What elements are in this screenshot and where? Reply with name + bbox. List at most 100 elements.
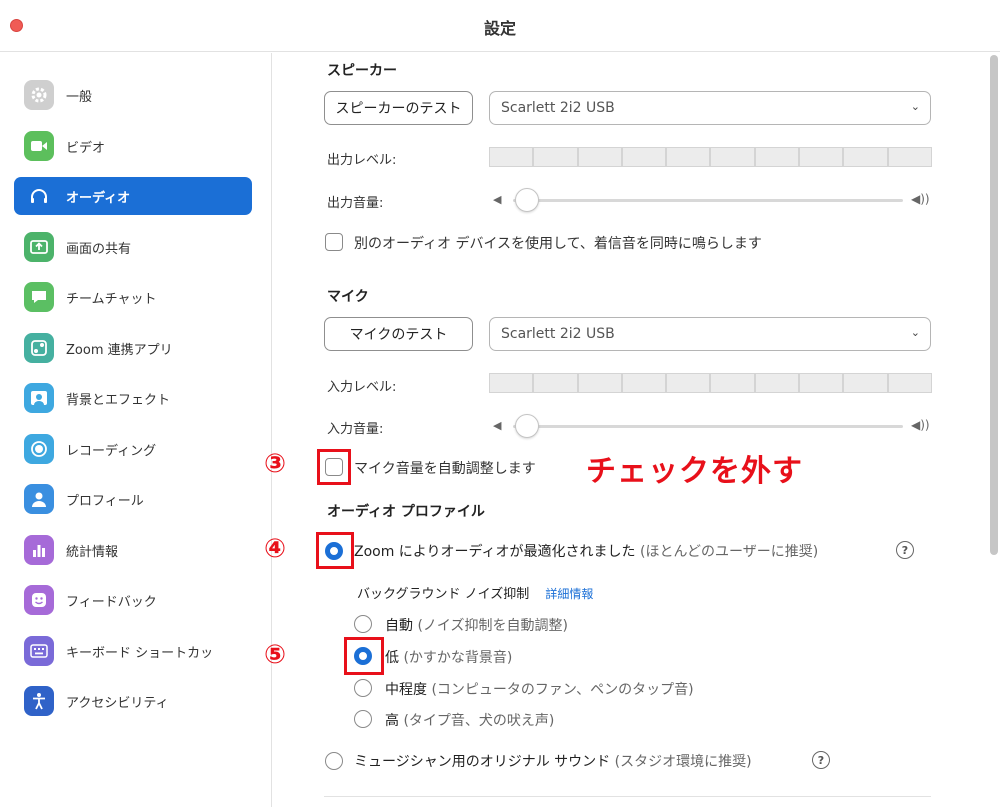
sidebar-item-label: フィードバック (66, 594, 157, 610)
apps-icon (24, 333, 54, 363)
noise-high-label: 高 (タイプ音、犬の吠え声) (385, 713, 555, 729)
sidebar-item-label: 統計情報 (66, 544, 119, 560)
original-sound-radio[interactable] (325, 752, 343, 770)
level-segment (710, 147, 755, 167)
chat-icon (24, 282, 54, 312)
scrollbar[interactable] (990, 55, 998, 555)
title-bar: 設定 (0, 0, 1000, 52)
slider-thumb[interactable] (515, 414, 539, 438)
level-segment (666, 373, 711, 393)
step-3-highlight (317, 449, 351, 485)
output-level-meter (489, 147, 932, 167)
level-segment (533, 147, 578, 167)
noise-high-radio[interactable] (354, 710, 372, 728)
sidebar-item-statistics[interactable]: 統計情報 (14, 531, 252, 569)
output-volume-slider[interactable] (513, 188, 903, 212)
chevron-down-icon: ⌄ (910, 326, 920, 339)
input-level-label: 入力レベル: (327, 380, 397, 395)
noise-suppression-label: バックグラウンド ノイズ抑制 詳細情報 (357, 587, 594, 602)
volume-high-icon: ◀)) (911, 418, 930, 432)
instruction-text: チェックを外す (586, 454, 803, 489)
sidebar-item-label: オーディオ (66, 190, 131, 206)
level-segment (799, 147, 844, 167)
level-segment (621, 373, 667, 393)
noise-auto-radio[interactable] (354, 615, 372, 633)
level-segment (843, 373, 888, 393)
input-level-meter (489, 373, 932, 393)
zoom-optimized-label: Zoom によりオーディオが最適化されました (ほとんどのユーザーに推奨) (354, 544, 819, 560)
sidebar-item-share-screen[interactable]: 画面の共有 (14, 228, 252, 266)
stats-icon (24, 535, 54, 565)
volume-low-icon: ◀ (493, 193, 502, 206)
level-segment (577, 373, 622, 393)
sidebar-item-label: 背景とエフェクト (66, 392, 171, 408)
gear-icon (24, 80, 54, 110)
profile-icon (24, 484, 54, 514)
sidebar-item-label: ビデオ (66, 140, 106, 156)
noise-auto-label: 自動 (ノイズ抑制を自動調整) (385, 618, 568, 634)
sidebar-item-audio[interactable]: オーディオ (14, 177, 252, 215)
sidebar-item-team-chat[interactable]: チームチャット (14, 278, 252, 316)
level-segment (887, 147, 932, 167)
sidebar-item-accessibility[interactable]: アクセシビリティ (14, 682, 252, 720)
output-level-label: 出力レベル: (327, 153, 397, 168)
volume-high-icon: ◀)) (911, 192, 930, 206)
noise-low-label: 低 (かすかな背景音) (385, 650, 513, 666)
help-icon[interactable]: ? (812, 751, 830, 769)
level-segment (666, 147, 711, 167)
level-segment (799, 373, 844, 393)
mic-section-title: マイク (327, 289, 369, 305)
noise-medium-label: 中程度 (コンピュータのファン、ペンのタップ音) (385, 682, 694, 698)
input-volume-slider[interactable] (513, 414, 903, 438)
slider-thumb[interactable] (515, 188, 539, 212)
separate-ringtone-checkbox[interactable] (325, 233, 343, 251)
level-segment (489, 147, 534, 167)
sidebar-item-label: プロフィール (66, 493, 144, 509)
speaker-device-value: Scarlett 2i2 USB (501, 100, 615, 116)
volume-low-icon: ◀ (493, 419, 502, 432)
sidebar-item-video[interactable]: ビデオ (14, 127, 252, 165)
level-segment (577, 147, 622, 167)
audio-settings-panel: スピーカー スピーカーのテスト Scarlett 2i2 USB ⌄ 出力レベル… (273, 53, 988, 807)
level-segment (621, 147, 667, 167)
section-divider (324, 796, 931, 797)
mic-device-select[interactable]: Scarlett 2i2 USB ⌄ (489, 317, 931, 351)
auto-adjust-mic-label: マイク音量を自動調整します (354, 461, 536, 477)
background-icon (24, 383, 54, 413)
sidebar-item-label: 画面の共有 (66, 241, 132, 257)
learn-more-link[interactable]: 詳細情報 (545, 587, 593, 601)
speaker-device-select[interactable]: Scarlett 2i2 USB ⌄ (489, 91, 931, 125)
video-camera-icon (24, 131, 54, 161)
level-segment (533, 373, 578, 393)
level-segment (754, 147, 800, 167)
original-sound-label: ミュージシャン用のオリジナル サウンド (スタジオ環境に推奨) (354, 754, 752, 770)
separate-ringtone-label: 別のオーディオ デバイスを使用して、着信音を同時に鳴らします (354, 236, 762, 252)
sidebar-item-label: キーボード ショートカッ (66, 645, 214, 661)
step-3-marker: ③ (264, 449, 287, 479)
test-mic-button[interactable]: マイクのテスト (324, 317, 473, 351)
chevron-down-icon: ⌄ (910, 100, 920, 113)
sidebar-item-general[interactable]: 一般 (14, 76, 252, 114)
step-4-highlight (316, 532, 354, 569)
output-volume-label: 出力音量: (327, 196, 384, 211)
test-speaker-button[interactable]: スピーカーのテスト (324, 91, 473, 125)
step-5-marker: ⑤ (264, 640, 287, 670)
sidebar-item-zoom-apps[interactable]: Zoom 連携アプリ (14, 329, 252, 367)
level-segment (843, 147, 888, 167)
sidebar-item-feedback[interactable]: フィードバック (14, 581, 252, 619)
mic-device-value: Scarlett 2i2 USB (501, 326, 615, 342)
record-icon (24, 434, 54, 464)
help-icon[interactable]: ? (896, 541, 914, 559)
sidebar-item-keyboard-shortcuts[interactable]: キーボード ショートカッ (14, 632, 252, 670)
accessibility-icon (24, 686, 54, 716)
sidebar-item-profile[interactable]: プロフィール (14, 480, 252, 518)
step-5-highlight (344, 637, 384, 675)
level-segment (887, 373, 932, 393)
level-segment (710, 373, 755, 393)
level-segment (489, 373, 534, 393)
sidebar-item-background[interactable]: 背景とエフェクト (14, 379, 252, 417)
noise-medium-radio[interactable] (354, 679, 372, 697)
input-volume-label: 入力音量: (327, 422, 384, 437)
headphones-icon (24, 181, 54, 211)
sidebar-item-recording[interactable]: レコーディング (14, 430, 252, 468)
